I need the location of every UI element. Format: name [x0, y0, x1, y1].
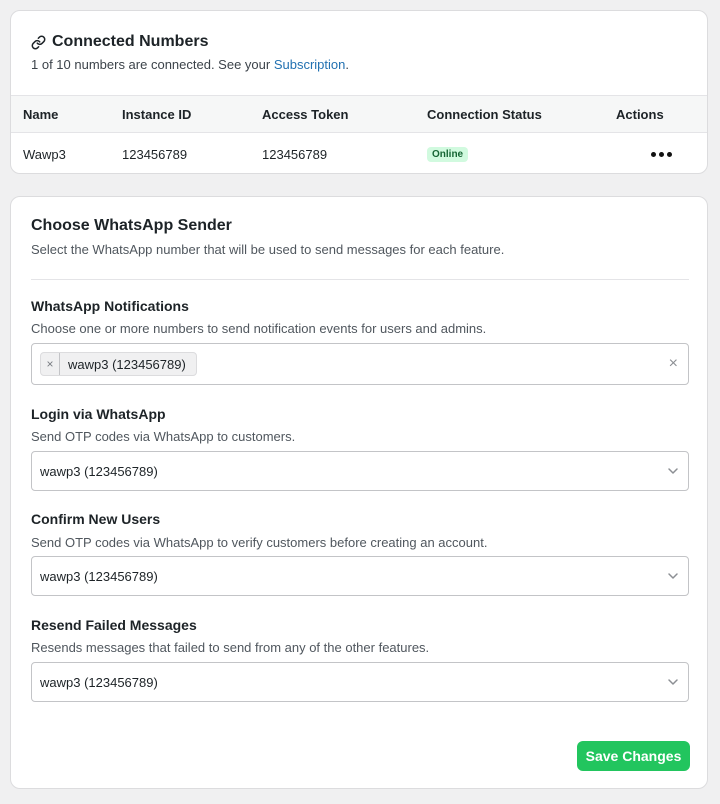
row-connection-status: Online — [427, 133, 469, 173]
clear-icon[interactable]: × — [669, 354, 678, 374]
selected-number-tag: × wawp3 (123456789) — [40, 352, 197, 376]
column-header-access-token: Access Token — [262, 106, 349, 122]
connected-numbers-title-text: Connected Numbers — [52, 33, 209, 50]
sender-title: Choose WhatsApp Sender — [31, 217, 232, 234]
chevron-down-icon — [668, 468, 678, 474]
row-access-token: 123456789 — [262, 146, 328, 162]
row-actions — [647, 133, 676, 173]
save-changes-button[interactable]: Save Changes — [577, 741, 690, 771]
row-name: Wawp3 — [23, 146, 66, 162]
resend-label: Resend Failed Messages — [31, 617, 197, 633]
resend-select-value: wawp3 (123456789) — [40, 674, 158, 690]
column-header-connection-status: Connection Status — [427, 106, 542, 122]
column-header-instance-id: Instance ID — [122, 106, 192, 122]
subtitle-prefix: 1 of 10 numbers are connected. See your — [31, 57, 274, 72]
sender-subtitle: Select the WhatsApp number that will be … — [31, 242, 505, 257]
tag-label: wawp3 (123456789) — [68, 356, 186, 372]
whatsapp-sender-card: Choose WhatsApp Sender Select the WhatsA… — [10, 196, 708, 789]
login-select[interactable]: wawp3 (123456789) — [31, 451, 689, 491]
confirm-label: Confirm New Users — [31, 511, 161, 527]
notifications-label: WhatsApp Notifications — [31, 298, 189, 314]
link-icon — [31, 35, 46, 49]
status-badge: Online — [427, 146, 469, 162]
chevron-down-icon — [668, 679, 678, 685]
connected-numbers-title: Connected Numbers — [31, 33, 208, 51]
login-select-value: wawp3 (123456789) — [40, 463, 158, 479]
table-header: Name Instance ID Access Token Connection… — [11, 95, 707, 133]
confirm-select[interactable]: wawp3 (123456789) — [31, 556, 689, 596]
tag-remove-icon[interactable]: × — [41, 353, 60, 375]
row-instance-id: 123456789 — [122, 146, 188, 162]
chevron-down-icon — [668, 573, 678, 579]
subtitle-suffix: . — [345, 57, 349, 72]
connected-numbers-card: Connected Numbers 1 of 10 numbers are co… — [10, 10, 708, 174]
resend-select[interactable]: wawp3 (123456789) — [31, 662, 689, 702]
confirm-select-value: wawp3 (123456789) — [40, 568, 158, 584]
divider — [31, 279, 689, 280]
login-label: Login via WhatsApp — [31, 406, 166, 422]
connected-numbers-subtitle: 1 of 10 numbers are connected. See your … — [31, 57, 349, 72]
subscription-link[interactable]: Subscription — [274, 57, 346, 72]
notifications-multiselect[interactable]: × wawp3 (123456789) × — [31, 343, 689, 385]
more-horizontal-icon[interactable] — [647, 148, 676, 161]
table-row: Wawp3 123456789 123456789 Online — [11, 133, 707, 173]
resend-description: Resends messages that failed to send fro… — [31, 640, 430, 655]
notifications-description: Choose one or more numbers to send notif… — [31, 321, 487, 336]
column-header-name: Name — [23, 106, 59, 122]
login-description: Send OTP codes via WhatsApp to customers… — [31, 429, 296, 444]
column-header-actions: Actions — [616, 106, 664, 122]
confirm-description: Send OTP codes via WhatsApp to verify cu… — [31, 535, 488, 550]
